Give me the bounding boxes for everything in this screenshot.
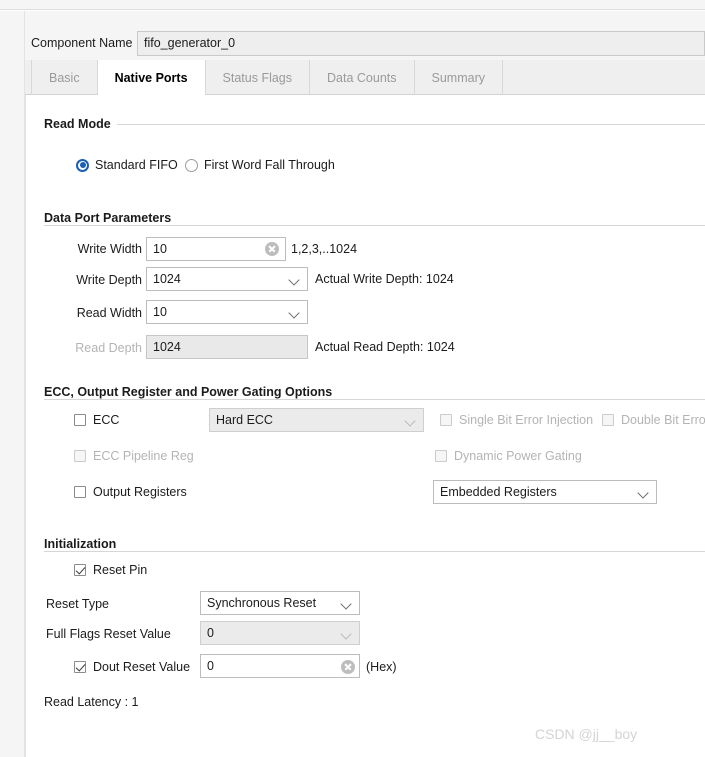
window-top-strip <box>0 0 705 10</box>
output-register-select[interactable]: Embedded Registers <box>433 480 657 504</box>
tab-native-ports[interactable]: Native Ports <box>97 60 206 96</box>
read-depth-hint: Actual Read Depth: 1024 <box>315 340 455 354</box>
reset-type-label: Reset Type <box>46 597 110 611</box>
write-width-hint: 1,2,3,..1024 <box>291 242 358 256</box>
tab-data-counts[interactable]: Data Counts <box>310 60 415 95</box>
tab-status-flags-label: Status Flags <box>222 70 293 85</box>
data-port-parameters-rule <box>44 225 705 226</box>
tab-status-flags[interactable]: Status Flags <box>206 60 311 95</box>
read-depth-label: Read Depth <box>75 341 142 355</box>
checkbox-reset-pin-label: Reset Pin <box>93 563 148 577</box>
csdn-watermark: CSDN @jj__boy <box>535 726 638 742</box>
write-width-label: Write Width <box>77 242 142 256</box>
checkbox-output-registers-box <box>74 486 86 498</box>
checkbox-ecc-label: ECC <box>93 413 120 427</box>
radio-first-word-fall-through-label: First Word Fall Through <box>204 158 335 172</box>
component-name-input[interactable]: fifo_generator_0 <box>137 31 705 56</box>
ecc-mode-select: Hard ECC <box>209 408 424 432</box>
dout-reset-value-clear-icon[interactable] <box>341 660 355 674</box>
checkbox-dynamic-power-gating: Dynamic Power Gating <box>435 449 582 463</box>
tab-summary[interactable]: Summary <box>415 60 503 95</box>
write-depth-hint: Actual Write Depth: 1024 <box>315 272 454 286</box>
checkbox-ecc-pipeline-reg-box <box>74 450 86 462</box>
reset-type-select[interactable]: Synchronous Reset <box>200 591 360 615</box>
checkbox-dout-reset-value-box <box>74 661 86 673</box>
full-flags-reset-value-select-value: 0 <box>207 626 214 640</box>
fifo-generator-config-dialog: Component Name fifo_generator_0 Basic Na… <box>0 0 705 757</box>
section-title-ecc-options: ECC, Output Register and Power Gating Op… <box>44 385 339 399</box>
write-width-clear-icon[interactable] <box>265 242 279 256</box>
initialization-rule <box>44 551 705 552</box>
component-name-row: Component Name fifo_generator_0 <box>25 11 705 60</box>
chevron-down-icon <box>406 417 414 425</box>
write-depth-label: Write Depth <box>76 273 142 287</box>
checkbox-reset-pin[interactable]: Reset Pin <box>74 563 147 577</box>
checkbox-output-registers-label: Output Registers <box>93 485 187 499</box>
full-flags-reset-value-select: 0 <box>200 621 360 645</box>
tab-basic-label: Basic <box>49 70 80 85</box>
checkbox-dynamic-power-gating-box <box>435 450 447 462</box>
read-width-select[interactable]: 10 <box>146 300 308 324</box>
dout-reset-value-input[interactable]: 0 <box>200 654 360 678</box>
tab-native-ports-label: Native Ports <box>114 70 188 85</box>
tab-strip: Basic Native Ports Status Flags Data Cou… <box>31 60 503 96</box>
radio-standard-fifo-label: Standard FIFO <box>95 158 178 172</box>
section-title-initialization: Initialization <box>44 537 123 551</box>
read-width-select-value: 10 <box>153 305 167 319</box>
chevron-down-icon <box>342 600 350 608</box>
checkbox-single-bit-error-injection: Single Bit Error Injection <box>440 413 593 427</box>
tab-data-counts-label: Data Counts <box>327 70 397 85</box>
checkbox-double-bit-error-injection: Double Bit Error <box>602 413 705 427</box>
write-depth-select[interactable]: 1024 <box>146 267 308 291</box>
chevron-down-icon <box>290 309 298 317</box>
checkbox-dout-reset-value-label: Dout Reset Value <box>93 660 191 674</box>
checkbox-single-bit-error-injection-label: Single Bit Error Injection <box>459 413 594 427</box>
ecc-options-rule <box>44 399 705 400</box>
read-depth-input: 1024 <box>146 335 308 359</box>
chevron-down-icon <box>290 276 298 284</box>
checkbox-output-registers[interactable]: Output Registers <box>74 485 187 499</box>
checkbox-ecc-box <box>74 414 86 426</box>
section-title-read-mode: Read Mode <box>44 117 117 131</box>
read-latency-text: Read Latency : 1 <box>44 695 139 709</box>
checkbox-double-bit-error-injection-label: Double Bit Error <box>621 413 705 427</box>
radio-first-word-fall-through[interactable]: First Word Fall Through <box>185 158 335 172</box>
radio-standard-fifo[interactable]: Standard FIFO <box>76 158 178 172</box>
checkbox-single-bit-error-injection-box <box>440 414 452 426</box>
component-name-label: Component Name <box>31 36 133 50</box>
native-ports-panel: Read Mode Standard FIFO First Word Fall … <box>25 95 705 757</box>
read-width-label: Read Width <box>76 306 142 320</box>
section-title-data-port-parameters: Data Port Parameters <box>44 211 178 225</box>
checkbox-double-bit-error-injection-box <box>602 414 614 426</box>
dout-reset-value-suffix: (Hex) <box>366 660 397 674</box>
tab-basic[interactable]: Basic <box>31 60 98 95</box>
checkbox-ecc-pipeline-reg: ECC Pipeline Reg <box>74 449 194 463</box>
tab-summary-label: Summary <box>431 70 485 85</box>
checkbox-dout-reset-value[interactable]: Dout Reset Value <box>74 660 190 674</box>
checkbox-ecc[interactable]: ECC <box>74 413 119 427</box>
chevron-down-icon <box>342 630 350 638</box>
read-mode-rule <box>44 124 705 125</box>
full-flags-reset-value-label: Full Flags Reset Value <box>46 627 171 641</box>
tab-bar: Basic Native Ports Status Flags Data Cou… <box>25 60 705 96</box>
ecc-mode-select-value: Hard ECC <box>216 413 273 427</box>
dialog-left-gutter <box>0 11 25 757</box>
chevron-down-icon <box>639 489 647 497</box>
output-register-select-value: Embedded Registers <box>440 485 557 499</box>
write-depth-select-value: 1024 <box>153 272 181 286</box>
reset-type-select-value: Synchronous Reset <box>207 596 317 610</box>
radio-first-word-fall-through-indicator <box>185 158 198 172</box>
checkbox-reset-pin-box <box>74 564 86 576</box>
checkbox-ecc-pipeline-reg-label: ECC Pipeline Reg <box>93 449 194 463</box>
radio-standard-fifo-indicator <box>76 158 89 172</box>
checkbox-dynamic-power-gating-label: Dynamic Power Gating <box>454 449 582 463</box>
